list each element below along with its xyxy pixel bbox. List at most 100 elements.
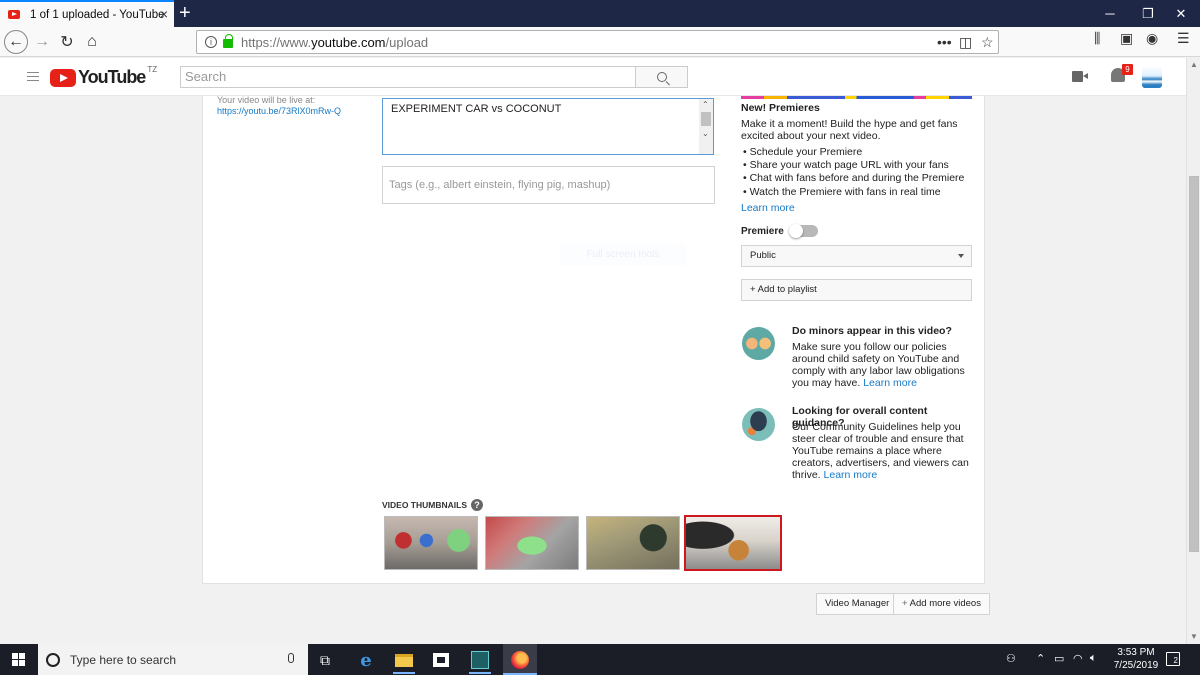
cortana-icon [46, 652, 60, 667]
privacy-value: Public [750, 250, 776, 261]
tags-input[interactable]: Tags (e.g., albert einstein, flying pig,… [382, 166, 715, 204]
premiere-toggle-row: Premiere [741, 224, 818, 238]
search-input[interactable]: Search [180, 66, 636, 88]
youtube-logo[interactable]: YouTube TZ [50, 65, 158, 88]
dropdown-caret-icon [958, 254, 964, 258]
minors-heading: Do minors appear in this video? [792, 325, 952, 337]
plus-icon: + [902, 598, 910, 609]
taskbar-clock[interactable]: 3:53 PM 7/25/2019 [1106, 646, 1166, 672]
tab-title: 1 of 1 uploaded - YouTube [30, 8, 165, 21]
address-bar[interactable]: i https://www.youtube.com/upload ••• ◫ ☆ [196, 30, 999, 54]
page-scrollbar[interactable]: ▲ ▼ [1186, 58, 1200, 644]
live-at-label: Your video will be live at: [217, 95, 316, 105]
back-button[interactable]: ← [3, 29, 29, 55]
title-scrollbar[interactable]: ⌃ ⌄ [699, 99, 713, 154]
add-to-playlist-button[interactable]: + Add to playlist [741, 279, 972, 301]
close-window-icon[interactable]: ✕ [1162, 0, 1200, 27]
account-icon[interactable]: ◉ [1146, 30, 1158, 47]
new-tab-icon[interactable]: + [179, 2, 191, 24]
sidebar-toggle-icon[interactable]: ▣ [1120, 30, 1133, 47]
premieres-bullet: • Schedule your Premiere [743, 146, 863, 158]
title-value: EXPERIMENT CAR vs COCONUT [391, 103, 562, 115]
thumbnails-label: VIDEO THUMBNAILS [382, 500, 467, 510]
chevron-up-icon[interactable]: ⌃ [702, 100, 709, 109]
guidance-text: Our Community Guidelines help you steer … [792, 421, 969, 481]
microphone-icon[interactable] [288, 653, 294, 663]
action-center-icon[interactable]: 2 [1166, 652, 1180, 666]
help-icon[interactable]: ? [471, 499, 483, 511]
pocket-icon[interactable]: ◫ [959, 34, 972, 51]
video-thumbnails-heading: VIDEO THUMBNAILS ? [382, 499, 483, 511]
add-more-videos-button[interactable]: + Add more videos [893, 593, 990, 615]
menu-icon[interactable]: ☰ [1177, 30, 1190, 47]
home-icon[interactable]: ⌂ [79, 29, 105, 55]
search-icon [656, 72, 667, 82]
youtube-favicon-icon [8, 10, 20, 19]
battery-icon[interactable]: ▭ [1054, 652, 1064, 665]
scroll-up-icon[interactable]: ▲ [1190, 60, 1198, 69]
thumbnail-option-selected[interactable] [684, 515, 782, 571]
scrollbar-thumb[interactable] [1189, 176, 1199, 552]
premiere-toggle[interactable] [788, 224, 818, 238]
running-indicator [469, 672, 491, 674]
thumbnail-option[interactable] [586, 516, 680, 570]
navigation-toolbar: ← → ↻ ⌂ i https://www.youtube.com/upload… [0, 27, 1200, 57]
clock-date: 7/25/2019 [1113, 660, 1159, 671]
privacy-select[interactable]: Public [741, 245, 972, 267]
running-indicator [393, 672, 415, 674]
premiere-label: Premiere [741, 225, 784, 237]
thumbnail-option[interactable] [485, 516, 579, 570]
guidance-learn-more-link[interactable]: Learn more [824, 469, 878, 481]
file-explorer-icon[interactable] [393, 649, 415, 671]
wifi-icon[interactable]: ◠ [1073, 652, 1083, 665]
video-manager-button[interactable]: Video Manager [816, 593, 899, 615]
scroll-down-icon[interactable]: ▼ [1190, 632, 1198, 641]
reload-icon[interactable]: ↻ [54, 29, 80, 55]
microsoft-store-icon[interactable] [430, 649, 452, 671]
premieres-bullet: • Watch the Premiere with fans in real t… [743, 186, 941, 198]
premieres-text-line-2: excited about your next video. [741, 130, 881, 142]
video-link[interactable]: https://youtu.be/73RlX0mRw-Q [217, 106, 341, 116]
windows-taskbar: Type here to search ⧉ e [0, 644, 1200, 675]
lock-icon [223, 34, 233, 48]
title-field[interactable]: EXPERIMENT CAR vs COCONUT ⌃ ⌄ [382, 98, 714, 155]
logo-text: YouTube [78, 67, 146, 87]
minors-learn-more-link[interactable]: Learn more [863, 377, 917, 389]
close-tab-icon[interactable]: × [160, 7, 168, 21]
taskbar-search-placeholder: Type here to search [70, 652, 177, 667]
people-icon[interactable]: ⚇ [1006, 652, 1016, 665]
premieres-text-line-1: Make it a moment! Build the hype and get… [741, 118, 958, 130]
title-scroll-thumb[interactable] [701, 112, 711, 126]
premieres-bullet: • Chat with fans before and during the P… [743, 172, 965, 184]
forward-button[interactable]: → [29, 29, 55, 55]
page-actions-icon[interactable]: ••• [937, 34, 952, 50]
notification-badge: 9 [1122, 64, 1133, 75]
avatar[interactable] [1142, 66, 1162, 88]
taskbar-search-box[interactable]: Type here to search [38, 644, 308, 675]
firefox-icon [509, 649, 531, 671]
media-player-icon[interactable] [469, 649, 491, 671]
library-icon[interactable]: ⫼ [1094, 30, 1100, 47]
browser-tab[interactable]: 1 of 1 uploaded - YouTube × [0, 0, 174, 27]
minimize-icon[interactable]: ─ [1091, 0, 1129, 27]
volume-icon[interactable]: 🔈︎ [1090, 652, 1097, 665]
country-code: TZ [147, 65, 158, 74]
thumbnail-option[interactable] [384, 516, 478, 570]
info-icon[interactable]: i [205, 36, 217, 48]
windows-start-icon[interactable] [12, 653, 25, 666]
faded-button: Full screen tools [560, 244, 686, 266]
premieres-banner [741, 96, 972, 99]
show-hidden-icons-icon[interactable]: ⌃ [1036, 652, 1045, 665]
kids-illustration-icon [742, 327, 775, 360]
minors-text: Make sure you follow our policies around… [792, 341, 965, 389]
premieres-learn-more-link[interactable]: Learn more [741, 202, 795, 214]
add-more-label: Add more videos [909, 598, 981, 609]
edge-browser-icon[interactable]: e [355, 649, 377, 671]
bookmark-star-icon[interactable]: ☆ [981, 34, 994, 51]
guide-menu-icon[interactable] [27, 72, 39, 81]
search-button[interactable] [635, 66, 688, 88]
url-text: https://www.youtube.com/upload [241, 34, 429, 50]
chevron-down-icon[interactable]: ⌄ [702, 129, 709, 138]
upload-video-icon[interactable] [1072, 71, 1088, 82]
task-view-icon[interactable]: ⧉ [314, 649, 336, 671]
